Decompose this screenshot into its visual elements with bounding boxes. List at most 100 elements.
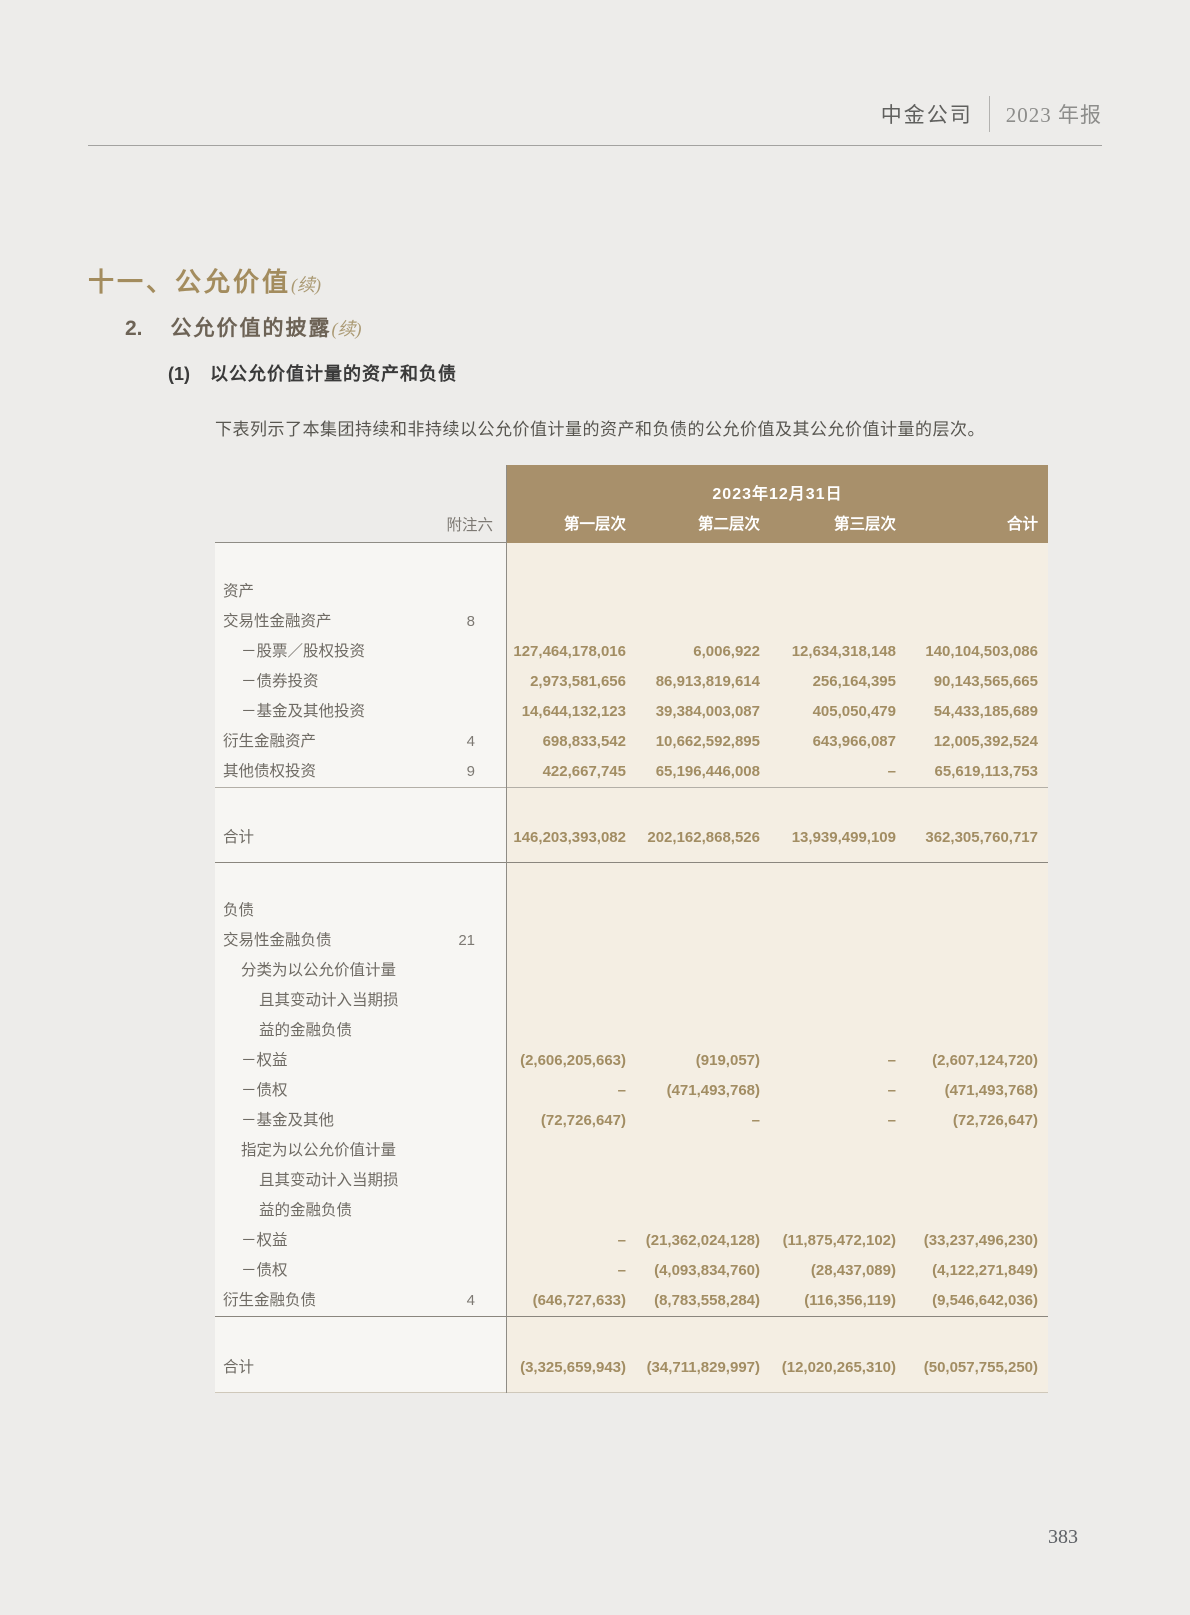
table-vertical-divider: [506, 465, 507, 1393]
row-value: [762, 1136, 898, 1166]
row-note: 4: [410, 727, 507, 757]
level-column-headers: 第一层次 第二层次 第三层次 合计: [507, 512, 1048, 543]
row-value: 127,464,178,016: [507, 637, 628, 667]
row-value: –: [762, 1106, 898, 1136]
row-label: 衍生金融负债: [215, 1286, 410, 1316]
row-value: (646,727,633): [507, 1286, 628, 1316]
row-value: [628, 1196, 762, 1226]
subsection-title-text: 公允价值的披露(续): [171, 312, 362, 342]
row-value: [628, 896, 762, 926]
row-value: [507, 1166, 628, 1196]
row-value: 6,006,922: [628, 637, 762, 667]
row-note: [410, 956, 507, 986]
section-title: 十一、公允价值(续): [88, 262, 321, 299]
table-row: 负债: [215, 896, 1048, 926]
row-value: –: [507, 1256, 628, 1286]
subsection-number: 2.: [125, 317, 143, 341]
row-value: (50,057,755,250): [898, 1353, 1048, 1383]
row-value: (2,606,205,663): [507, 1046, 628, 1076]
row-value: [762, 986, 898, 1016]
row-value: –: [628, 1106, 762, 1136]
row-value: 422,667,745: [507, 757, 628, 787]
column-header-total: 合计: [898, 512, 1048, 534]
total-row: 合计146,203,393,082202,162,868,52613,939,4…: [215, 823, 1048, 853]
row-spacer: [215, 1317, 1048, 1353]
row-label: 交易性金融资产: [215, 607, 410, 637]
row-value: [507, 986, 628, 1016]
row-value: [507, 1016, 628, 1046]
row-value: [898, 986, 1048, 1016]
row-value: (28,437,089): [762, 1256, 898, 1286]
table-row: －债券投资2,973,581,65686,913,819,614256,164,…: [215, 667, 1048, 697]
row-value: 405,050,479: [762, 697, 898, 727]
row-value: 698,833,542: [507, 727, 628, 757]
table-row: －债权–(4,093,834,760)(28,437,089)(4,122,27…: [215, 1256, 1048, 1286]
table-row: 其他债权投资9422,667,74565,196,446,008–65,619,…: [215, 757, 1048, 787]
row-value: 90,143,565,665: [898, 667, 1048, 697]
note-column-header: 附注六: [215, 465, 507, 543]
row-value: [762, 926, 898, 956]
intro-paragraph: 下表列示了本集团持续和非持续以公允价值计量的资产和负债的公允价值及其公允价值计量…: [215, 415, 1065, 440]
row-value: –: [762, 1076, 898, 1106]
row-value: [762, 1196, 898, 1226]
row-note: 21: [410, 926, 507, 956]
row-label: 交易性金融负债: [215, 926, 410, 956]
row-note: [410, 697, 507, 727]
row-value: [762, 1166, 898, 1196]
table-row: 且其变动计入当期损: [215, 1166, 1048, 1196]
page-number: 383: [1040, 1526, 1086, 1549]
row-value: [507, 896, 628, 926]
row-value: 12,634,318,148: [762, 637, 898, 667]
row-value: (471,493,768): [628, 1076, 762, 1106]
row-value: (72,726,647): [507, 1106, 628, 1136]
row-label: 资产: [215, 577, 410, 607]
row-note: 4: [410, 1286, 507, 1316]
row-value: 362,305,760,717: [898, 823, 1048, 853]
row-value: –: [507, 1226, 628, 1256]
table-row: 衍生金融资产4698,833,54210,662,592,895643,966,…: [215, 727, 1048, 757]
row-value: (3,325,659,943): [507, 1353, 628, 1383]
row-label: 其他债权投资: [215, 757, 410, 787]
row-value: [507, 577, 628, 607]
row-label: 合计: [215, 823, 410, 853]
row-value: [898, 926, 1048, 956]
row-value: 65,619,113,753: [898, 757, 1048, 787]
row-value: [898, 577, 1048, 607]
row-value: (34,711,829,997): [628, 1353, 762, 1383]
row-note: [410, 1166, 507, 1196]
row-value: –: [507, 1076, 628, 1106]
row-label: 衍生金融资产: [215, 727, 410, 757]
table-row: －权益–(21,362,024,128)(11,875,472,102)(33,…: [215, 1226, 1048, 1256]
row-label: 合计: [215, 1353, 410, 1383]
row-value: [507, 956, 628, 986]
row-value: [628, 926, 762, 956]
table-body: 资产交易性金融资产8－股票／股权投资127,464,178,0166,006,9…: [215, 543, 1048, 1393]
column-header-level2: 第二层次: [628, 512, 762, 534]
row-value: (12,020,265,310): [762, 1353, 898, 1383]
row-value: [898, 1196, 1048, 1226]
row-value: [898, 1136, 1048, 1166]
row-value: 14,644,132,123: [507, 697, 628, 727]
row-value: (21,362,024,128): [628, 1226, 762, 1256]
row-note: [410, 637, 507, 667]
row-value: 39,384,003,087: [628, 697, 762, 727]
table-row: －权益(2,606,205,663)(919,057)–(2,607,124,7…: [215, 1046, 1048, 1076]
row-label: 益的金融负债: [215, 1016, 410, 1046]
row-value: (72,726,647): [898, 1106, 1048, 1136]
total-row: 合计 (3,325,659,943)(34,711,829,997)(12,020…: [215, 1353, 1048, 1383]
row-note: 9: [410, 757, 507, 787]
row-note: [410, 1256, 507, 1286]
row-label: －基金及其他: [215, 1106, 410, 1136]
row-label: －债权: [215, 1076, 410, 1106]
row-value: [628, 607, 762, 637]
table-row: 指定为以公允价值计量: [215, 1136, 1048, 1166]
table-row: 交易性金融负债21: [215, 926, 1048, 956]
row-note: [410, 1136, 507, 1166]
row-value: [507, 607, 628, 637]
row-label: 且其变动计入当期损: [215, 986, 410, 1016]
row-spacer: [215, 863, 1048, 896]
item-title-text: 以公允价值计量的资产和负债: [210, 360, 457, 386]
row-label: －权益: [215, 1046, 410, 1076]
table-row: 益的金融负债: [215, 1016, 1048, 1046]
row-note: [410, 1076, 507, 1106]
